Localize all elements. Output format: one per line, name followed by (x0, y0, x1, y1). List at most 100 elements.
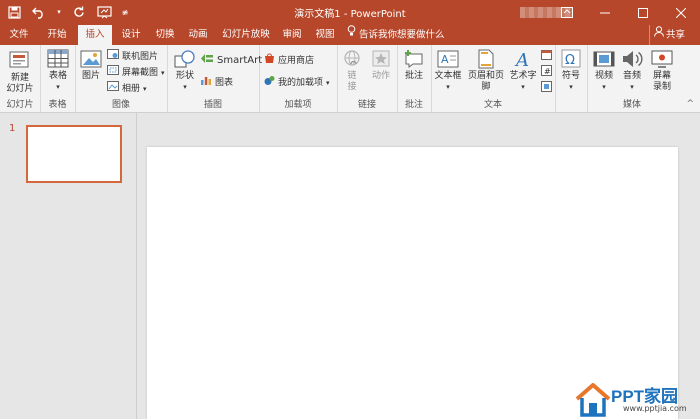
object-icon[interactable] (541, 81, 552, 95)
restore-icon[interactable] (624, 0, 662, 25)
screen-recording-label-2: 录制 (652, 82, 671, 92)
textbox-button[interactable]: A 文本框 ▾ (433, 49, 463, 93)
table-button[interactable]: 表格 ▾ (44, 49, 72, 93)
new-slide-icon (8, 49, 32, 71)
title-bar: ▾ ≢ 演示文稿1 - PowerPoint (0, 0, 700, 25)
slide-number: 1 (9, 123, 16, 134)
svg-text:A: A (514, 50, 529, 69)
header-footer-button[interactable]: 页眉和页脚 (464, 49, 508, 93)
photo-album-dropdown-icon: ▾ (143, 85, 147, 93)
minimize-icon[interactable] (586, 0, 624, 25)
collapse-ribbon-icon[interactable]: ^ (686, 99, 694, 109)
tab-transitions[interactable]: 切换 (150, 25, 180, 45)
user-icon (654, 25, 664, 45)
new-slide-button[interactable]: 新建 幻灯片 (4, 49, 36, 95)
slide-thumbnail[interactable] (26, 125, 122, 183)
my-addins-dropdown-icon: ▾ (326, 79, 330, 87)
audio-button[interactable]: 音频 ▾ (619, 49, 645, 93)
slide-number-icon[interactable]: # (541, 65, 552, 79)
group-media: 视频 ▾ 音频 ▾ 屏幕 录制 媒体 (587, 45, 677, 112)
lightbulb-icon (347, 25, 356, 45)
my-addins-label: 我的加载项 (278, 78, 324, 88)
date-time-icon[interactable] (541, 49, 552, 63)
tab-file[interactable]: 文件 (4, 25, 34, 45)
symbol-button[interactable]: Ω 符号 ▾ (558, 49, 584, 93)
group-comments: 批注 批注 (397, 45, 432, 112)
tab-animations[interactable]: 动画 (183, 25, 213, 45)
group-images: 图片 联机图片 屏幕截图 ▾ 相册 ▾ 图像 (75, 45, 168, 112)
tab-home[interactable]: 开始 (40, 25, 74, 45)
link-label-2: 接 (347, 82, 357, 92)
smartart-icon (200, 53, 214, 69)
share-label: 共享 (666, 29, 686, 41)
audio-label: 音频 (622, 71, 641, 81)
comment-button[interactable]: 批注 (401, 49, 427, 82)
ribbon-display-options-icon[interactable] (548, 0, 586, 25)
header-footer-icon (477, 49, 495, 69)
group-label-addins: 加载项 (284, 100, 312, 110)
smartart-button[interactable]: SmartArt (200, 54, 262, 68)
group-label-text: 文本 (483, 100, 502, 110)
tab-review[interactable]: 审阅 (278, 25, 306, 45)
symbol-label: 符号 (561, 71, 580, 81)
chart-button[interactable]: 图表 (200, 76, 233, 90)
video-label: 视频 (594, 71, 613, 81)
link-button[interactable]: 链 接 (341, 49, 363, 93)
video-icon (593, 49, 615, 69)
group-tables: 表格 ▾ 表格 (40, 45, 76, 112)
watermark-url: www.pptjia.com (623, 404, 687, 413)
group-slides: 新建 幻灯片 幻灯片 (0, 45, 41, 112)
shapes-label: 形状 (175, 71, 194, 81)
screenshot-button[interactable]: 屏幕截图 ▾ (107, 65, 165, 81)
action-icon (371, 49, 391, 69)
wordart-label: 艺术字 (509, 71, 537, 81)
speaker-icon (621, 49, 643, 69)
online-pictures-label: 联机图片 (122, 52, 159, 62)
slide-canvas[interactable] (147, 147, 678, 419)
my-addins-button[interactable]: 我的加载项 ▾ (264, 76, 330, 90)
group-label-media: 媒体 (622, 100, 641, 110)
store-button[interactable]: 应用商店 (264, 53, 314, 69)
tab-view[interactable]: 视图 (310, 25, 340, 45)
house-logo-icon (575, 383, 611, 417)
wordart-button[interactable]: A 艺术字 ▾ (509, 49, 537, 93)
photo-album-button[interactable]: 相册 ▾ (107, 81, 147, 96)
table-label: 表格 (48, 71, 67, 81)
screenshot-icon (107, 65, 119, 81)
group-label-illustrations: 插图 (203, 100, 222, 110)
tab-design[interactable]: 设计 (116, 25, 146, 45)
table-dropdown-icon: ▾ (56, 83, 60, 91)
tab-slideshow[interactable]: 幻灯片放映 (218, 25, 274, 45)
svg-text:#: # (544, 67, 551, 76)
photo-album-label: 相册 (122, 84, 141, 94)
screenshot-dropdown-icon: ▾ (161, 69, 165, 77)
shapes-button[interactable]: 形状 ▾ (171, 49, 199, 93)
online-pictures-icon (107, 49, 119, 65)
smartart-label: SmartArt (217, 55, 263, 66)
new-slide-label-1: 新建 (10, 73, 29, 83)
screen-recording-button[interactable]: 屏幕 录制 (648, 49, 676, 93)
screen-recording-label-1: 屏幕 (652, 71, 671, 81)
action-button[interactable]: 动作 (367, 49, 395, 82)
tab-insert[interactable]: 插入 (78, 25, 112, 45)
screen-recording-icon (651, 49, 673, 69)
tell-me-box[interactable]: 告诉我你想要做什么 (347, 25, 445, 45)
video-button[interactable]: 视频 ▾ (591, 49, 617, 93)
share-button[interactable]: 共享 (649, 25, 696, 45)
group-label-tables: 表格 (48, 100, 67, 110)
store-icon (264, 53, 275, 69)
chart-icon (200, 75, 212, 91)
svg-text:A: A (441, 53, 449, 66)
slide-thumbnail-pane: 1 (0, 113, 137, 419)
comment-label: 批注 (404, 71, 423, 81)
video-dropdown-icon: ▾ (602, 83, 606, 91)
picture-button[interactable]: 图片 (78, 49, 104, 82)
audio-dropdown-icon: ▾ (630, 83, 634, 91)
textbox-label: 文本框 (434, 71, 462, 81)
close-icon[interactable] (662, 0, 700, 25)
watermark: PPT家园 www.pptjia.com (575, 381, 697, 417)
group-label-slides: 幻灯片 (6, 100, 34, 110)
shapes-icon (173, 49, 197, 69)
online-pictures-button[interactable]: 联机图片 (107, 49, 159, 65)
comment-icon (403, 49, 425, 69)
